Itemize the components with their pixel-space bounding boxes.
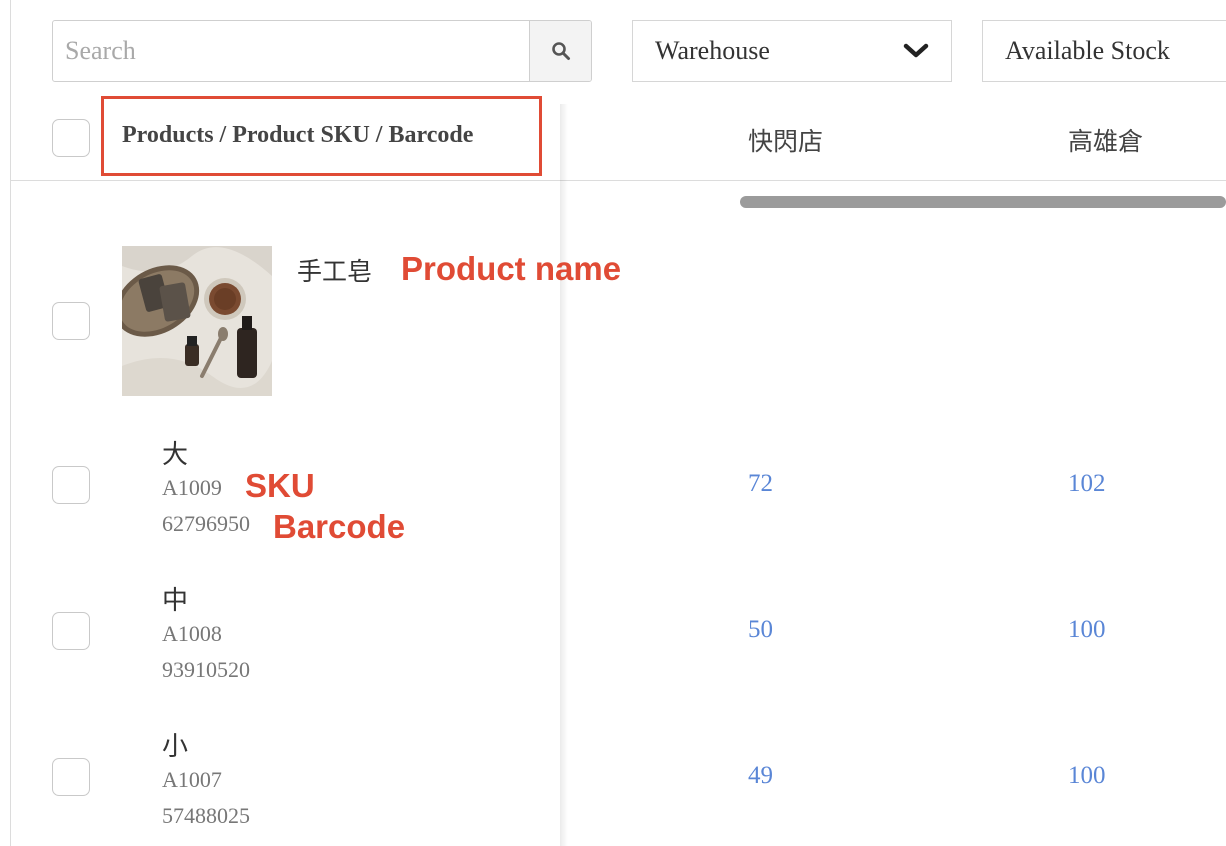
search-input[interactable]	[53, 21, 529, 81]
annotation-product-name: Product name	[401, 250, 622, 287]
search-box	[52, 20, 592, 82]
annotation-sku: SKU	[245, 467, 315, 504]
variant-sku: A1009	[162, 475, 222, 500]
soap-photo-icon	[122, 246, 272, 396]
sticky-column-shadow	[560, 104, 568, 846]
variant-checkbox[interactable]	[52, 466, 90, 504]
stock-value[interactable]: 100	[1068, 616, 1106, 644]
variant-barcode: 93910520	[162, 657, 250, 682]
column-header-warehouse-2: 高雄倉	[1068, 129, 1144, 156]
annotation-highlight-box	[101, 96, 542, 176]
variant-sku: A1007	[162, 767, 222, 792]
search-icon	[551, 42, 570, 60]
stock-value[interactable]: 50	[748, 616, 773, 644]
stock-value[interactable]: 49	[748, 762, 773, 790]
variant-name: 大	[162, 440, 189, 469]
chevron-down-icon	[903, 43, 929, 58]
column-header-warehouse-1: 快閃店	[748, 129, 824, 156]
variant-name: 小	[162, 732, 189, 761]
select-all-checkbox[interactable]	[52, 119, 90, 157]
variant-sku: A1008	[162, 621, 222, 646]
header-divider	[10, 180, 1226, 181]
stock-value[interactable]: 100	[1068, 762, 1106, 790]
variant-barcode: 62796950	[162, 511, 250, 536]
variant-name: 中	[162, 586, 189, 615]
annotation-barcode: Barcode	[273, 508, 406, 545]
stock-value[interactable]: 102	[1068, 470, 1106, 498]
variant-checkbox[interactable]	[52, 758, 90, 796]
warehouse-dropdown-label: Warehouse	[655, 36, 770, 65]
product-thumbnail	[122, 246, 272, 396]
horizontal-scrollbar[interactable]	[740, 196, 1226, 208]
product-checkbox[interactable]	[52, 302, 90, 340]
search-button[interactable]	[529, 21, 591, 81]
variant-checkbox[interactable]	[52, 612, 90, 650]
stock-dropdown-label: Available Stock	[1005, 36, 1170, 65]
stock-dropdown[interactable]: Available Stock	[982, 20, 1226, 82]
warehouse-dropdown[interactable]: Warehouse	[632, 20, 952, 82]
variant-barcode: 57488025	[162, 803, 250, 828]
product-name[interactable]: 手工皂	[297, 252, 372, 288]
left-border	[10, 0, 11, 846]
stock-value[interactable]: 72	[748, 470, 773, 498]
